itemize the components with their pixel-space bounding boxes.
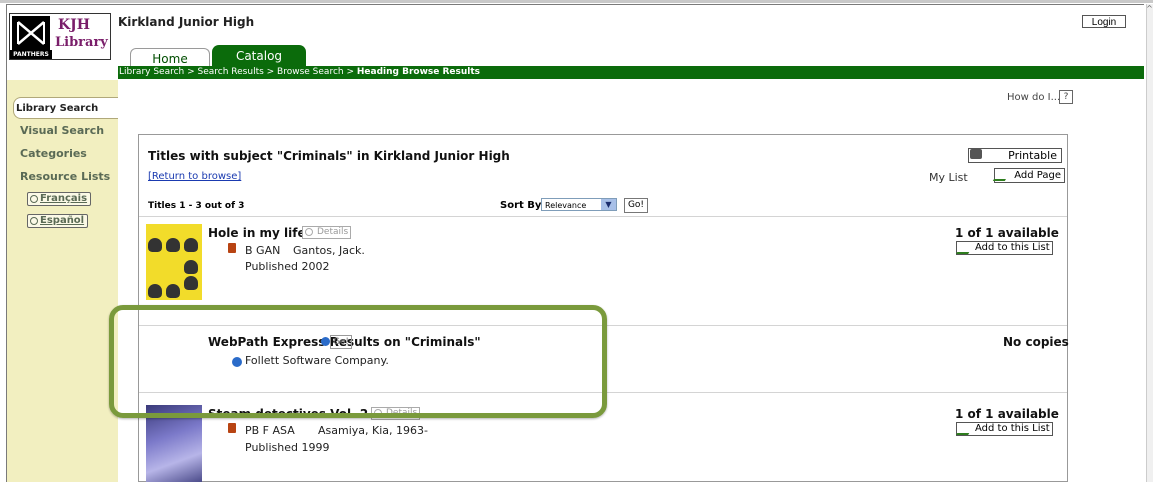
call-number: PB F ASA	[245, 424, 295, 437]
printable-button[interactable]: Printable	[968, 148, 1062, 163]
add-to-list-label: Add to this List	[975, 423, 1050, 434]
sidebar-item-library-search[interactable]: Library Search	[16, 103, 98, 114]
language-espanol-label: Español	[40, 215, 85, 226]
pencil-icon	[956, 425, 974, 435]
pencil-icon	[956, 244, 974, 254]
breadcrumb: Library Search > Search Results > Browse…	[119, 67, 480, 77]
help-question-button[interactable]: ?	[1059, 90, 1073, 104]
language-icon	[30, 217, 38, 225]
sort-by-label: Sort By	[500, 200, 542, 211]
author: Gantos, Jack.	[293, 244, 365, 257]
vertical-scrollbar[interactable]	[1146, 4, 1153, 482]
language-icon	[30, 195, 38, 203]
book-cover-hole-in-my-life[interactable]	[146, 224, 202, 300]
language-francais-label: Français	[40, 193, 88, 204]
login-button[interactable]: Login	[1082, 15, 1126, 28]
author: Asamiya, Kia, 1963-	[318, 424, 428, 437]
magnifier-icon	[305, 228, 313, 236]
my-list-label: My List	[929, 171, 968, 184]
sort-go-button[interactable]: Go!	[624, 198, 648, 213]
scroll-up-arrow-icon[interactable]: ^	[1146, 4, 1153, 14]
published-date: Published 1999	[245, 441, 330, 454]
language-francais-button[interactable]: Français	[27, 192, 92, 206]
sidebar	[7, 80, 118, 482]
school-title: Kirkland Junior High	[118, 15, 255, 29]
how-do-i-text: How do I...	[1007, 92, 1061, 103]
breadcrumb-current: Heading Browse Results	[356, 67, 481, 77]
panther-emblem-icon	[12, 16, 50, 50]
details-button[interactable]: Details	[302, 226, 352, 239]
add-to-list-button[interactable]: Add to this List	[956, 241, 1053, 255]
book-icon	[228, 423, 236, 433]
add-to-list-label: Add to this List	[975, 242, 1050, 253]
return-to-browse-link[interactable]: [Return to browse]	[148, 171, 241, 182]
sidebar-item-visual-search[interactable]: Visual Search	[20, 124, 104, 137]
sidebar-item-categories[interactable]: Categories	[20, 147, 87, 160]
window-top-edge	[0, 0, 1153, 3]
logo-library-text: Library	[55, 35, 108, 50]
availability: No copies	[1003, 335, 1069, 349]
tab-home[interactable]: Home	[130, 48, 210, 67]
call-number: B GAN	[245, 244, 281, 257]
results-title: Titles with subject "Criminals" in Kirkl…	[148, 149, 510, 163]
result-title-hole-in-my-life[interactable]: Hole in my life	[208, 226, 306, 240]
logo-kjh-text: KJH	[58, 17, 91, 33]
row-divider	[139, 216, 1067, 217]
language-espanol-button[interactable]: Español	[27, 214, 89, 228]
add-to-list-button[interactable]: Add to this List	[956, 422, 1053, 436]
highlight-box	[109, 305, 607, 418]
library-logo[interactable]: KJH Library PANTHERS	[9, 13, 111, 60]
tab-catalog[interactable]: Catalog	[212, 45, 306, 66]
logo-panthers-text: PANTHERS	[10, 50, 52, 59]
details-label: Details	[317, 227, 349, 237]
book-icon	[228, 243, 236, 253]
printer-icon	[970, 149, 982, 159]
chevron-down-icon[interactable]: ▼	[601, 199, 616, 210]
availability: 1 of 1 available	[955, 407, 1059, 421]
availability: 1 of 1 available	[955, 226, 1059, 240]
breadcrumb-trail[interactable]: Library Search > Search Results > Browse…	[119, 67, 357, 77]
titles-count: Titles 1 - 3 out of 3	[148, 201, 245, 211]
sidebar-item-resource-lists[interactable]: Resource Lists	[20, 170, 110, 183]
published-date: Published 2002	[245, 260, 330, 273]
